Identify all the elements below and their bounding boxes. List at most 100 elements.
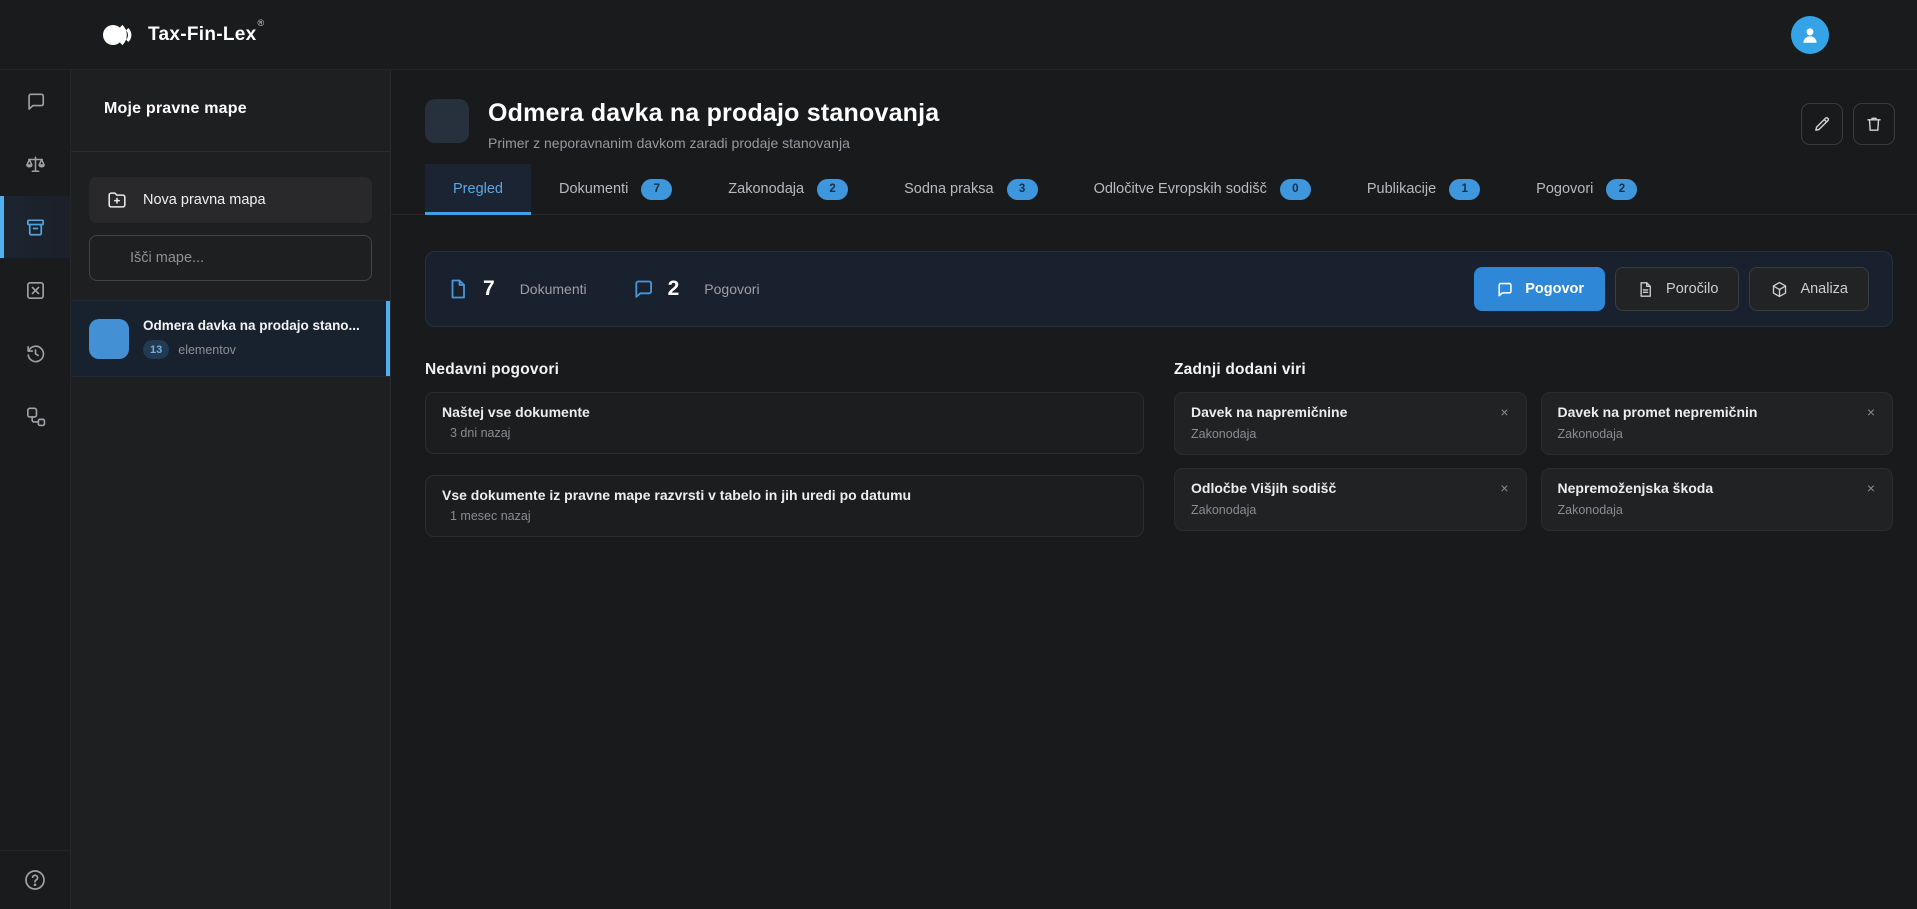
source-card[interactable]: Odločbe Višjih sodišč × Zakonodaja [1174,468,1527,531]
folder-avatar [89,319,129,359]
conversation-time: 3 dni nazaj [442,426,1127,440]
tab-bar: Pregled Dokumenti 7 Zakonodaja 2 S [391,164,1917,215]
chat-button[interactable]: Pogovor [1474,267,1605,311]
sources-grid: Davek na napremičnine × Zakonodaja Davek… [1174,392,1893,531]
analysis-button[interactable]: Analiza [1749,267,1869,311]
tab-pregled[interactable]: Pregled [425,164,531,214]
report-button[interactable]: Poročilo [1615,267,1739,311]
pencil-icon [1812,114,1832,134]
close-icon[interactable]: × [1497,404,1511,420]
source-card[interactable]: Davek na napremičnine × Zakonodaja [1174,392,1527,455]
documents-label: Dokumenti [520,281,587,297]
rail-item-folders[interactable] [0,196,70,258]
chat-bubble-icon [24,90,47,113]
tab-count-badge: 0 [1280,179,1311,200]
rail-item-calculator[interactable] [0,267,70,313]
recent-conversations-section: Nedavni pogovori Naštej vse dokumente 3 … [425,361,1144,558]
conversation-text: Vse dokumente iz pravne mape razvrsti v … [442,487,1127,503]
icon-rail [0,70,71,909]
conversations-count: 2 [668,277,680,301]
folder-count-badge: 13 [143,340,169,359]
tab-count-badge: 2 [817,179,848,200]
cube-icon [1770,280,1789,299]
source-card[interactable]: Nepremoženjska škoda × Zakonodaja [1541,468,1894,531]
stats-actions: Pogovor Poročilo [1474,267,1869,311]
tab-publikacije[interactable]: Publikacije 1 [1339,164,1508,214]
chat-bubble-icon [1495,280,1514,299]
documents-count: 7 [483,277,495,301]
report-icon [1636,280,1655,299]
sidebar-tools: Nova pravna mapa [71,152,390,300]
stat-conversations: 2 Pogovori [631,277,760,301]
recent-conversations-title: Nedavni pogovori [425,361,1144,379]
source-title: Nepremoženjska škoda [1558,480,1864,496]
tab-pogovori[interactable]: Pogovori 2 [1508,164,1665,214]
new-folder-button[interactable]: Nova pravna mapa [89,177,372,223]
folder-cover-placeholder [425,99,469,143]
user-avatar[interactable] [1791,16,1829,54]
recent-sources-section: Zadnji dodani viri Davek na napremičnine… [1174,361,1893,558]
source-category: Zakonodaja [1558,427,1879,441]
analysis-button-label: Analiza [1800,281,1848,297]
history-icon [24,342,47,365]
close-icon[interactable]: × [1864,480,1878,496]
conversation-card[interactable]: Vse dokumente iz pravne mape razvrsti v … [425,475,1144,537]
rail-item-workflows[interactable] [0,393,70,439]
new-folder-label: Nova pravna mapa [143,192,266,208]
page-actions [1801,103,1895,145]
tab-label: Dokumenti [559,181,628,197]
folder-count-label: elementov [178,343,236,357]
tab-sodna-praksa[interactable]: Sodna praksa 3 [876,164,1065,214]
chat-button-label: Pogovor [1525,281,1584,297]
main-panel: Odmera davka na prodajo stanovanja Prime… [391,70,1917,909]
tab-label: Zakonodaja [728,181,804,197]
folder-plus-icon [106,189,128,211]
trash-icon [1864,114,1884,134]
source-title: Odločbe Višjih sodišč [1191,480,1497,496]
overview-content: 7 Dokumenti 2 Pogovori [391,215,1917,558]
help-icon [23,868,47,892]
folder-list: Odmera davka na prodajo stano... 13 elem… [71,300,390,377]
source-title: Davek na napremičnine [1191,404,1497,420]
folder-item[interactable]: Odmera davka na prodajo stano... 13 elem… [71,300,390,377]
page-header: Odmera davka na prodajo stanovanja Prime… [391,70,1917,151]
edit-folder-button[interactable] [1801,103,1843,145]
scales-icon [24,153,47,176]
rail-item-history[interactable] [0,330,70,376]
brand-logo: Tax-Fin-Lex® [100,18,264,52]
tab-count-badge: 3 [1007,179,1038,200]
close-icon[interactable]: × [1864,404,1878,420]
tab-count-badge: 1 [1449,179,1480,200]
conversation-list: Naštej vse dokumente 3 dni nazaj Vse dok… [425,392,1144,537]
source-card[interactable]: Davek na promet nepremičnin × Zakonodaja [1541,392,1894,455]
tab-count-badge: 2 [1606,179,1637,200]
source-title: Davek na promet nepremičnin [1558,404,1864,420]
sidebar: Moje pravne mape Nova pravna mapa [71,70,391,909]
brand-name: Tax-Fin-Lex® [148,24,264,46]
tab-zakonodaja[interactable]: Zakonodaja 2 [700,164,876,214]
conversation-text: Naštej vse dokumente [442,404,1127,420]
conversation-card[interactable]: Naštej vse dokumente 3 dni nazaj [425,392,1144,454]
topbar: Tax-Fin-Lex® [0,0,1917,70]
tab-dokumenti[interactable]: Dokumenti 7 [531,164,700,214]
brand-logo-icon [100,18,134,52]
source-category: Zakonodaja [1191,503,1512,517]
page-title: Odmera davka na prodajo stanovanja [488,99,939,128]
recent-sources-title: Zadnji dodani viri [1174,361,1893,379]
search-folders-input[interactable] [89,235,372,281]
sidebar-title: Moje pravne mape [104,100,390,118]
tab-label: Pregled [453,181,503,197]
help-button[interactable] [0,851,70,909]
document-icon [446,277,470,301]
conversation-time: 1 mesec nazaj [442,509,1127,523]
close-icon[interactable]: × [1497,480,1511,496]
tab-label: Odločitve Evropskih sodišč [1094,181,1267,197]
delete-folder-button[interactable] [1853,103,1895,145]
rail-item-chat[interactable] [0,78,70,124]
archive-box-icon [24,216,47,239]
rail-item-scales[interactable] [0,141,70,187]
folder-name: Odmera davka na prodajo stano... [143,318,360,333]
source-category: Zakonodaja [1191,427,1512,441]
stats-bar: 7 Dokumenti 2 Pogovori [425,251,1893,327]
tab-odlocitve-evropskih-sodisc[interactable]: Odločitve Evropskih sodišč 0 [1066,164,1339,214]
